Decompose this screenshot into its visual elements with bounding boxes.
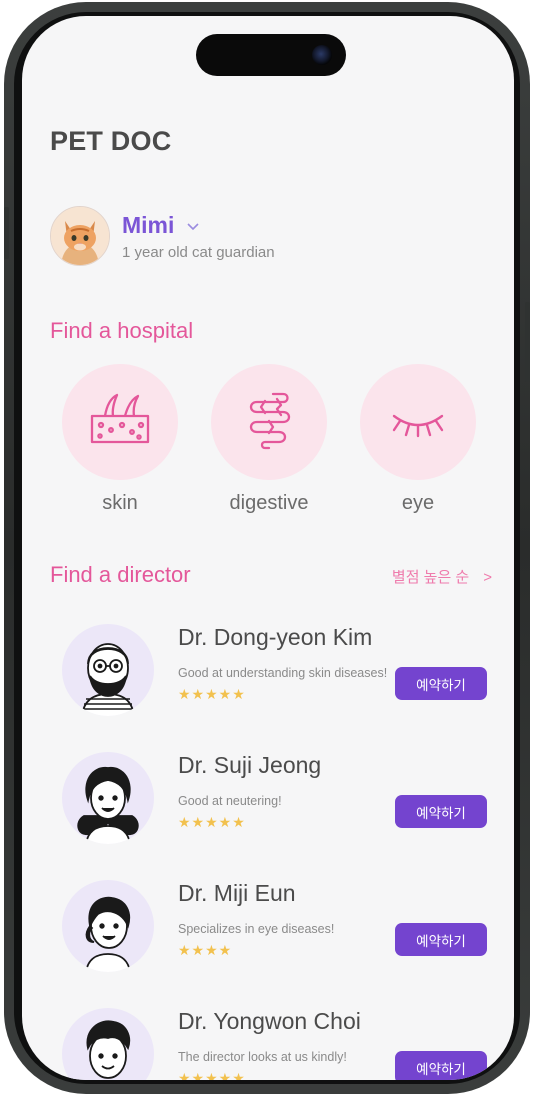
pet-name: Mimi (122, 212, 175, 238)
doctor-description: Specializes in eye diseases! (178, 922, 335, 936)
closed-eye-icon (392, 414, 444, 438)
pet-avatar (50, 206, 110, 266)
find-director-title: Find a director (50, 562, 191, 587)
pet-profile-selector[interactable]: Mimi 1 year old cat guardian (50, 206, 350, 268)
director-card[interactable]: Dr. Dong-yeon Kim Good at understanding … (62, 624, 502, 734)
doctor-avatar (62, 624, 154, 716)
doctor-rating-stars: ★★★★★ (178, 814, 246, 830)
doctor-description: Good at understanding skin diseases! (178, 666, 388, 680)
power-button (525, 302, 530, 382)
book-appointment-button[interactable]: 예약하기 (395, 1051, 487, 1080)
book-appointment-button[interactable]: 예약하기 (395, 795, 487, 828)
app-screen: PET DOC Mimi 1 year old cat guardian Fin… (22, 16, 514, 1080)
chevron-down-icon[interactable] (186, 219, 200, 237)
category-eye-label: eye (401, 492, 435, 514)
volume-button (4, 207, 9, 259)
category-eye[interactable]: eye (359, 364, 477, 515)
sort-label: 별점 높은 순 (391, 569, 470, 586)
doctor-description: The director looks at us kindly! (178, 1050, 347, 1064)
category-digestive-circle (211, 364, 327, 480)
chevron-right-icon: > (483, 569, 492, 586)
camera-icon (312, 45, 332, 65)
doctor-rating-stars: ★★★★ (178, 942, 233, 958)
category-skin[interactable]: skin (61, 364, 179, 515)
doctor-rating-stars: ★★★★★ (178, 1070, 246, 1080)
doctor-name: Dr. Miji Eun (178, 880, 296, 906)
sort-by-rating-link[interactable]: 별점 높은 순 > (392, 566, 492, 587)
find-hospital-title: Find a hospital (50, 318, 194, 343)
pet-description: 1 year old cat guardian (122, 244, 275, 261)
doctor-rating-stars: ★★★★★ (178, 686, 246, 702)
category-skin-label: skin (102, 492, 138, 514)
category-skin-circle (62, 364, 178, 480)
app-title: PET DOC (50, 126, 172, 156)
doctor-name: Dr. Yongwon Choi (178, 1008, 361, 1034)
director-card[interactable]: Dr. Suji Jeong Good at neutering! ★★★★★ … (62, 752, 502, 862)
dynamic-island (196, 34, 346, 76)
doctor-description: Good at neutering! (178, 794, 282, 808)
book-appointment-button[interactable]: 예약하기 (395, 667, 487, 700)
category-eye-circle (360, 364, 476, 480)
category-digestive-label: digestive (229, 492, 309, 514)
doctor-name: Dr. Suji Jeong (178, 752, 322, 778)
doctor-avatar (62, 1008, 154, 1080)
director-card[interactable]: Dr. Miji Eun Specializes in eye diseases… (62, 880, 502, 990)
intestine-icon (249, 392, 291, 450)
book-appointment-button[interactable]: 예약하기 (395, 923, 487, 956)
doctor-avatar (62, 752, 154, 844)
doctor-avatar (62, 880, 154, 972)
skin-icon (90, 393, 150, 444)
category-digestive[interactable]: digestive (210, 364, 328, 515)
doctor-name: Dr. Dong-yeon Kim (178, 624, 373, 650)
director-card[interactable]: Dr. Yongwon Choi The director looks at u… (62, 1008, 502, 1080)
